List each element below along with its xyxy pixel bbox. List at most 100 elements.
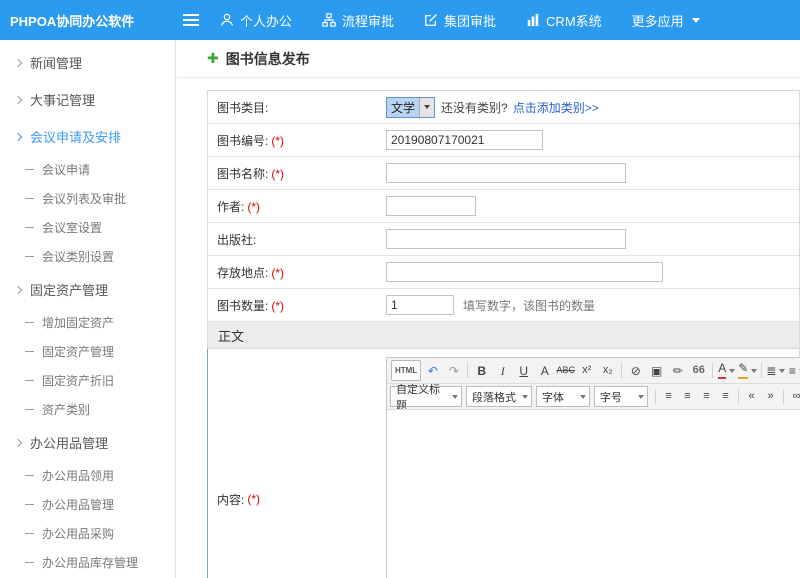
chevron-right-icon [14,285,22,293]
font-color-button[interactable]: A [717,360,736,381]
chevron-down-icon [692,18,700,23]
location-input[interactable] [386,262,663,282]
select-arrow-icon [419,98,434,117]
sidebar-item-asset-category[interactable]: 资产类别 [0,395,175,424]
chevron-down-icon [779,369,785,373]
format-painter-button[interactable]: ✏ [668,360,687,381]
category-select[interactable]: 文学 [386,97,435,118]
chevron-right-icon [14,58,22,66]
required-marker: (*) [271,299,284,313]
menu-toggle-button[interactable] [176,0,206,40]
dash-icon [25,475,34,476]
ordered-list-button[interactable]: ≣ [766,360,785,381]
toolbar-separator [761,363,762,378]
author-input[interactable] [386,196,476,216]
sidebar-item-meeting-category[interactable]: 会议类别设置 [0,242,175,271]
html-source-button[interactable]: HTML [391,360,421,381]
app-title: PHPOA协同办公软件 [0,11,176,30]
section-label: 大事记管理 [30,90,95,109]
paste-button[interactable]: ▣ [647,360,666,381]
form-row-book-no: 图书编号:(*) [208,124,799,157]
nav-label: 流程审批 [342,11,394,30]
editor-content-area[interactable] [387,410,800,578]
sidebar-section-supplies[interactable]: 办公用品管理 [0,424,175,461]
category-value: 文学 [387,98,419,117]
sidebar-item-supplies-purchase[interactable]: 办公用品采购 [0,519,175,548]
sidebar-item-asset-manage[interactable]: 固定资产管理 [0,337,175,366]
align-left-button[interactable]: ≡ [660,386,677,407]
dash-icon [25,256,34,257]
align-right-button[interactable]: ≡ [698,386,715,407]
sidebar-section-assets[interactable]: 固定资产管理 [0,271,175,308]
blockquote-button[interactable]: 66 [689,360,708,381]
sidebar-section-news[interactable]: 新闻管理 [0,44,175,81]
editor-toolbar-row1: HTML ↶ ↷ B I U A ABC x² x₂ ⊘ ▣ [387,358,800,384]
link-button[interactable]: ∞ [788,386,800,407]
sidebar-item-meeting-apply[interactable]: 会议申请 [0,155,175,184]
required-marker: (*) [247,200,260,214]
indent-button[interactable]: » [762,386,779,407]
book-no-input[interactable] [386,130,543,150]
add-category-link[interactable]: 点击添加类别>> [513,99,599,116]
remove-format-button[interactable]: ⊘ [626,360,645,381]
form-row-book-name: 图书名称:(*) [208,157,799,190]
subscript-button[interactable]: x₂ [598,360,617,381]
sidebar-item-asset-add[interactable]: 增加固定资产 [0,308,175,337]
dash-icon [25,380,34,381]
font-button[interactable]: A [535,360,554,381]
paragraph-format-select[interactable]: 段落格式 [466,386,532,407]
nav-group-approval[interactable]: 集团审批 [424,11,496,30]
outdent-button[interactable]: « [743,386,760,407]
item-label: 办公用品采购 [42,525,114,542]
italic-button[interactable]: I [493,360,512,381]
topbar: PHPOA协同办公软件 个人办公 流程审批 集团审批 CRM系统 [0,0,800,40]
sidebar-item-meeting-room[interactable]: 会议室设置 [0,213,175,242]
unordered-list-button[interactable]: ≡ [787,360,800,381]
nav-process-approval[interactable]: 流程审批 [322,11,394,30]
author-label: 作者:(*) [208,198,386,215]
book-name-label: 图书名称:(*) [208,165,386,182]
section-label: 办公用品管理 [30,433,108,452]
strikethrough-button[interactable]: ABC [556,360,575,381]
nav-label: 集团审批 [444,11,496,30]
item-label: 办公用品管理 [42,496,114,513]
font-family-select[interactable]: 字体 [536,386,590,407]
sidebar: 新闻管理 大事记管理 会议申请及安排 会议申请 会议列表及审批 会议室设置 会议… [0,40,176,578]
underline-button[interactable]: U [514,360,533,381]
sidebar-item-supplies-manage[interactable]: 办公用品管理 [0,490,175,519]
quantity-hint: 填写数字，该图书的数量 [463,297,595,314]
sidebar-section-meetings[interactable]: 会议申请及安排 [0,118,175,155]
content-label: 内容:(*) [208,349,386,578]
publisher-input[interactable] [386,229,626,249]
highlight-color-button[interactable]: ✎ [738,360,757,381]
dash-icon [25,351,34,352]
sidebar-item-supplies-claim[interactable]: 办公用品领用 [0,461,175,490]
align-center-button[interactable]: ≡ [679,386,696,407]
dash-icon [25,198,34,199]
font-size-select[interactable]: 字号 [594,386,648,407]
body-section-header: 正文 [208,322,799,349]
required-marker: (*) [271,167,284,181]
align-justify-button[interactable]: ≡ [717,386,734,407]
superscript-button[interactable]: x² [577,360,596,381]
page-title: 图书信息发布 [226,49,310,69]
chevron-down-icon [729,369,735,373]
dash-icon [25,227,34,228]
book-name-input[interactable] [386,163,626,183]
sidebar-item-asset-depreciation[interactable]: 固定资产折旧 [0,366,175,395]
chevron-right-icon [14,95,22,103]
bold-button[interactable]: B [472,360,491,381]
nav-personal-office[interactable]: 个人办公 [220,11,292,30]
redo-button[interactable]: ↷ [444,360,463,381]
quantity-input[interactable] [386,295,454,315]
sidebar-section-events[interactable]: 大事记管理 [0,81,175,118]
nav-crm-system[interactable]: CRM系统 [526,11,602,30]
workflow-icon [322,13,336,27]
undo-button[interactable]: ↶ [423,360,442,381]
sidebar-item-meeting-list[interactable]: 会议列表及审批 [0,184,175,213]
heading-select[interactable]: 自定义标题 [390,386,462,407]
bar-chart-icon [526,13,540,27]
item-label: 办公用品库存管理 [42,554,138,571]
sidebar-item-supplies-stock[interactable]: 办公用品库存管理 [0,548,175,577]
nav-more-apps[interactable]: 更多应用 [632,11,700,30]
